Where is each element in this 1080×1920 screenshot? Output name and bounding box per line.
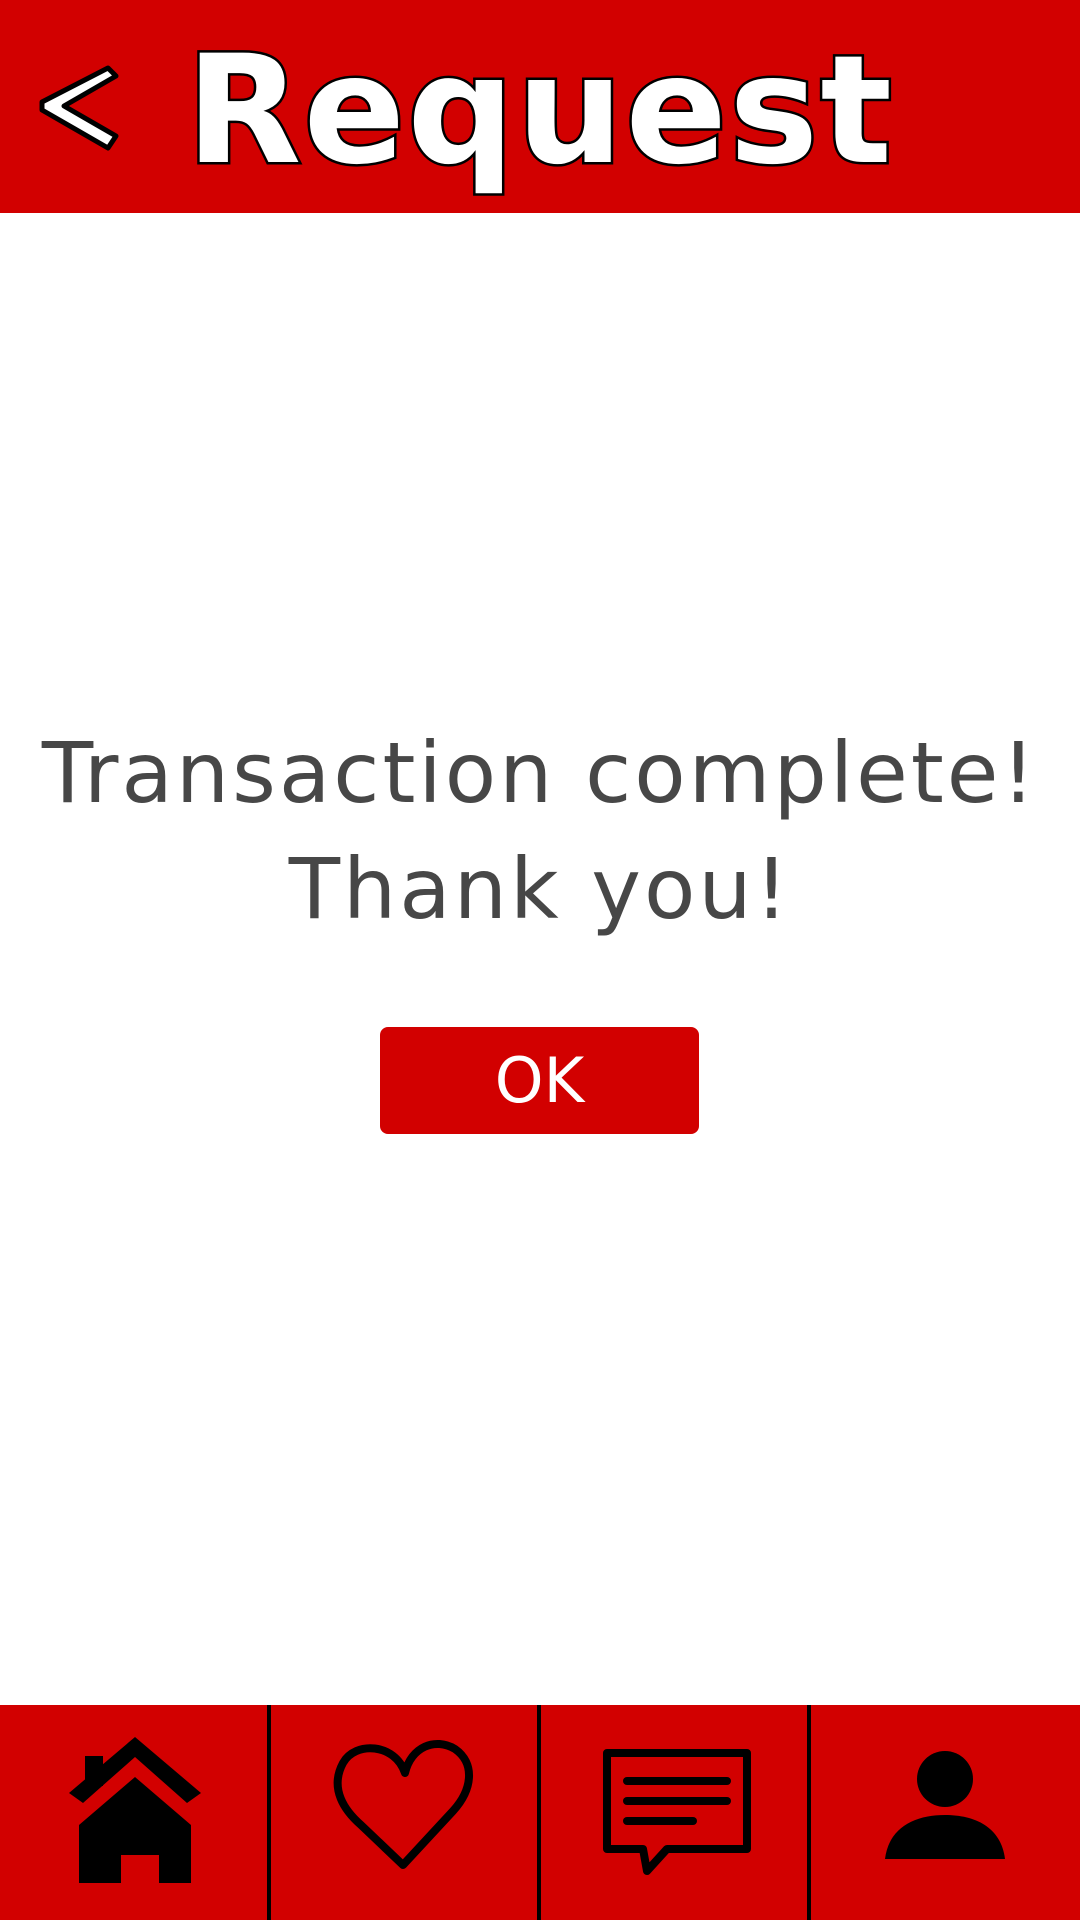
nav-messages[interactable] [540, 1705, 810, 1920]
message-icon [603, 1748, 751, 1875]
header-bar: Request [0, 0, 1080, 213]
user-icon [885, 1750, 1005, 1859]
home-icon [69, 1736, 201, 1883]
page-title: Request [183, 24, 895, 199]
heart-icon [333, 1739, 473, 1869]
nav-divider [807, 1705, 811, 1920]
nav-divider [267, 1705, 271, 1920]
nav-favorites[interactable] [270, 1705, 540, 1920]
nav-divider [537, 1705, 541, 1920]
confirmation-message: Transaction complete! Thank you! [0, 715, 1080, 947]
ok-button[interactable]: OK [380, 1027, 699, 1134]
message-line-2: Thank you! [288, 840, 792, 938]
bottom-nav [0, 1705, 1080, 1920]
nav-home[interactable] [0, 1705, 270, 1920]
message-line-1: Transaction complete! [41, 724, 1039, 822]
nav-profile[interactable] [810, 1705, 1080, 1920]
